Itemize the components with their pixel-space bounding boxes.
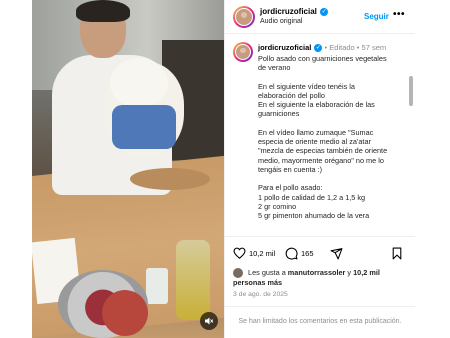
reel-video[interactable] <box>32 0 224 338</box>
caption-line: En el vídeo llamo zumaque "Sumac <box>258 127 374 137</box>
send-icon <box>330 248 343 260</box>
save-button[interactable] <box>391 247 403 260</box>
caption-line: En el siguiente la elaboración de las <box>258 100 375 110</box>
audio-link[interactable]: Audio original <box>260 18 302 25</box>
chef-hair <box>76 0 130 22</box>
caption-meta: jordicruzoficial ✓ • Editado • 57 sem <box>258 43 387 53</box>
avatar[interactable] <box>233 6 255 28</box>
likes-summary: Les gusta a manutorrassoler y 10,2 mil p… <box>233 268 380 288</box>
caption-line: 1 pollo de calidad de 1,2 a 1,5 kg <box>258 192 366 202</box>
caption-line: especia de oriente medio al za'atar <box>258 137 371 147</box>
caption-line: Para el pollo asado: <box>258 183 323 193</box>
post-side-panel: jordicruzoficial ✓ Audio original Seguir… <box>224 0 415 338</box>
caption-text: Pollo asado con guarniciones vegetales de… <box>258 54 408 229</box>
post-date[interactable]: 3 de ago. de 2025 <box>233 291 288 298</box>
verified-icon: ✓ <box>320 7 329 16</box>
share-button[interactable] <box>330 247 343 260</box>
caption-line: 5 gr pimenton ahumado de la vera <box>258 211 370 221</box>
caption-username[interactable]: jordicruzoficial <box>258 43 311 52</box>
scrollbar[interactable] <box>409 76 413 106</box>
more-horizontal-icon[interactable]: ••• <box>393 9 405 20</box>
caption-line: medio, mayormente orégano" no me lo <box>258 155 384 165</box>
teddy-bear-shirt <box>112 105 176 149</box>
post-time[interactable]: 57 sem <box>362 43 387 52</box>
like-button[interactable]: 10,2 mil <box>233 247 275 259</box>
caption-line: Pollo asado con guarniciones vegetales <box>258 54 387 63</box>
action-bar: 10,2 mil 165 <box>225 236 415 266</box>
muted-speaker-icon <box>205 317 214 325</box>
liker-username[interactable]: manutorrassoler <box>288 268 346 277</box>
caption-paragraph: En el vídeo llamo zumaque "Sumac especia … <box>258 128 408 174</box>
pomegranate <box>102 290 148 336</box>
follow-button[interactable]: Seguir <box>364 12 389 21</box>
caption-line: tengáis en cuenta :) <box>258 164 323 174</box>
bookmark-icon <box>392 247 402 260</box>
verified-icon: ✓ <box>314 44 323 53</box>
liker-avatar[interactable] <box>233 268 243 279</box>
caption-paragraph: Pollo asado con guarniciones vegetales de… <box>258 54 408 73</box>
caption-line: guarniciones <box>258 109 300 119</box>
heart-icon <box>233 247 246 259</box>
post-header: jordicruzoficial ✓ Audio original Seguir… <box>225 0 415 34</box>
caption-line: de verano <box>258 63 291 73</box>
caption-line: "mezcla de especias también de oriente <box>258 146 388 156</box>
mute-button[interactable] <box>200 312 218 330</box>
likes-count: 10,2 mil <box>249 248 276 258</box>
comments-count: 165 <box>301 249 314 258</box>
edited-label: • Editado • <box>324 43 360 52</box>
teddy-bear-head <box>110 58 168 108</box>
cutting-board <box>130 168 210 190</box>
caption-line: 2 gr comino <box>258 201 297 211</box>
comment-icon <box>285 247 298 260</box>
caption-avatar[interactable] <box>233 42 253 62</box>
comment-button[interactable]: 165 <box>285 247 314 260</box>
caption-paragraph: En el siguiente vídeo tenéis la elaboraci… <box>258 82 408 119</box>
header-username[interactable]: jordicruzoficial <box>260 7 317 16</box>
comments-limited-notice: Se han limitado los comentarios en esta … <box>225 306 415 326</box>
oil-bottle <box>176 240 210 320</box>
caption-paragraph: Para el pollo asado: 1 pollo de calidad d… <box>258 183 408 220</box>
caption-line: En el siguiente vídeo tenéis la <box>258 81 355 91</box>
glass <box>146 268 168 304</box>
caption-area: jordicruzoficial ✓ • Editado • 57 sem Po… <box>225 34 415 234</box>
caption-line: elaboración del pollo <box>258 90 325 100</box>
